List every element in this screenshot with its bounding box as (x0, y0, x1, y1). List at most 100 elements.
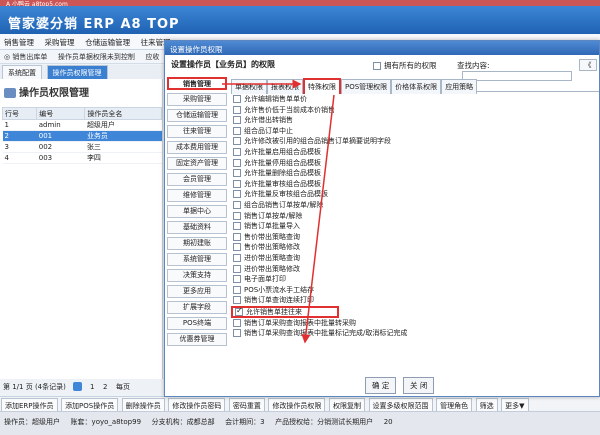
permission-checkbox[interactable] (233, 95, 241, 103)
permission-item[interactable]: 允许借出转销售 (231, 115, 597, 126)
permission-checkbox[interactable] (235, 306, 243, 316)
permission-item[interactable]: 销售订单采购查询报表中批量标记完成/取消标记完成 (231, 328, 597, 339)
permission-label: 销售订单采购查询报表中批量标记完成/取消标记完成 (244, 329, 408, 338)
module-fixed-asset[interactable]: 固定资产管理 (167, 157, 227, 170)
permission-label: 允许销售单挂往来 (246, 307, 302, 316)
module-decision[interactable]: 决策支持 (167, 269, 227, 282)
close-button[interactable]: 关 闭 (402, 377, 435, 394)
permission-checkbox[interactable] (233, 253, 241, 262)
tab-price-permission[interactable]: 价格体系权限 (391, 79, 442, 94)
permission-label: 售价带出策略查询 (244, 232, 300, 241)
tab-scroll-button[interactable]: 《 (579, 59, 597, 71)
module-sales[interactable]: 销售管理 (167, 77, 227, 90)
module-doc-center[interactable]: 单据中心 (167, 205, 227, 218)
permission-item[interactable]: 组合品销售订单按单/解除 (231, 200, 597, 211)
status-operator: 操作员：超级用户 (4, 418, 60, 426)
tab-operator-permission[interactable]: 操作员权限管理 (46, 65, 108, 80)
permission-item[interactable]: 售价带出策略查询 (231, 232, 597, 243)
permission-item[interactable]: 允许批量审核组合品模板 (231, 179, 597, 190)
menu-purchase[interactable]: 采购管理 (41, 34, 79, 51)
permission-checkbox[interactable] (233, 105, 241, 114)
permission-item[interactable]: 允许批量反审核组合品模板 (231, 189, 597, 200)
module-member[interactable]: 会员管理 (167, 173, 227, 186)
permission-checkbox[interactable] (233, 200, 241, 209)
permission-item[interactable]: POS小票流水手工结存 (231, 285, 597, 296)
permission-item[interactable]: 销售订单查询连续打印 (231, 295, 597, 306)
tab-pos-permission[interactable]: POS管理权限 (341, 79, 392, 94)
permission-checkbox[interactable] (233, 318, 241, 327)
permission-checkbox[interactable] (233, 190, 241, 199)
permission-label: 允许借出转销售 (244, 116, 293, 125)
permission-item[interactable]: 电子面单打印 (231, 274, 597, 285)
own-all-checkbox[interactable] (373, 62, 381, 70)
col-code[interactable]: 编号 (36, 107, 86, 120)
permission-checkbox[interactable] (233, 211, 241, 220)
permission-checkbox[interactable] (233, 296, 241, 305)
own-all-permissions[interactable]: 拥有所有的权限 (373, 60, 437, 71)
module-ext-fields[interactable]: 扩展字段 (167, 301, 227, 314)
permission-item[interactable]: 组合品订单中止 (231, 126, 597, 137)
permission-checkbox[interactable] (233, 137, 241, 146)
page-current-button[interactable] (73, 382, 83, 391)
page-title: 操作员权限管理 (4, 84, 89, 99)
quick-receivable[interactable]: 应收 (141, 50, 163, 64)
permission-item[interactable]: 允许售价低于当前成本价销售 (231, 105, 597, 116)
col-name[interactable]: 操作员全名 (84, 107, 162, 120)
col-row-no[interactable]: 行号 (1, 107, 38, 120)
permission-checkbox[interactable] (233, 329, 241, 338)
permission-item[interactable]: 进价带出策略查询 (231, 253, 597, 264)
permission-item[interactable]: 销售订单批量导入 (231, 221, 597, 232)
quick-doc-permission[interactable]: 操作员单据权限未到控制 (54, 50, 139, 64)
module-purchase[interactable]: 采购管理 (167, 93, 227, 106)
permission-item[interactable]: 允许修改被引用的组合品销售订单摘要说明字段 (231, 136, 597, 147)
ok-button[interactable]: 确 定 (365, 377, 397, 394)
permission-item[interactable]: 销售订单采购查询报表中批量转采购 (231, 318, 597, 329)
module-repair[interactable]: 维修管理 (167, 189, 227, 202)
permission-item[interactable]: 允许销售单挂往来 (231, 305, 339, 318)
module-pos[interactable]: POS终端 (167, 317, 227, 330)
module-more-apps[interactable]: 更多应用 (167, 285, 227, 298)
permission-item[interactable]: 允许编辑销售单单价 (231, 94, 597, 105)
page-next[interactable]: 2 (100, 380, 110, 394)
table-row[interactable]: 1 admin 超级用户 (2, 119, 162, 131)
permission-checkbox[interactable] (233, 169, 241, 178)
permission-checkbox[interactable] (233, 158, 241, 167)
table-row[interactable]: 3 002 张三 (2, 141, 162, 153)
menu-sales[interactable]: 销售管理 (0, 34, 38, 51)
quick-sales-out[interactable]: ◎ 销售出库单 (0, 50, 51, 64)
permission-item[interactable]: 允许批量删除组合品模板 (231, 168, 597, 179)
menu-warehouse[interactable]: 仓储运输管理 (81, 34, 134, 51)
tab-report-permission[interactable]: 报表权限 (267, 79, 303, 94)
permission-checkbox[interactable] (233, 222, 241, 231)
table-row[interactable]: 4 003 李四 (2, 152, 162, 164)
module-coupon[interactable]: 优惠券管理 (167, 333, 227, 346)
permission-item[interactable]: 进价带出策略修改 (231, 264, 597, 275)
permission-item[interactable]: 销售订单按单/解除 (231, 211, 597, 222)
tab-special-permission[interactable]: 特殊权限 (303, 78, 341, 94)
permission-checkbox[interactable] (233, 243, 241, 252)
tab-doc-permission[interactable]: 单据权限 (231, 79, 267, 94)
tab-app-strategy[interactable]: 应用策略 (441, 79, 478, 94)
module-basic-data[interactable]: 基础资料 (167, 221, 227, 234)
permission-checkbox[interactable] (233, 264, 241, 273)
tab-system-config[interactable]: 系统配置 (2, 65, 42, 80)
permission-checkbox[interactable] (233, 232, 241, 241)
permission-checkbox[interactable] (233, 147, 241, 156)
module-warehouse[interactable]: 仓储运输管理 (167, 109, 227, 122)
module-cost[interactable]: 成本费用管理 (167, 141, 227, 154)
permission-checkbox[interactable] (233, 116, 241, 125)
permission-checkbox[interactable] (233, 126, 241, 135)
permission-item[interactable]: 允许批量启用组合品模板 (231, 147, 597, 158)
table-row[interactable]: 2 001 业务员 (2, 130, 162, 142)
permission-checkbox[interactable] (233, 285, 241, 294)
page-number[interactable]: 1 (87, 380, 97, 394)
permission-checkbox[interactable] (233, 179, 241, 188)
permission-item[interactable]: 售价带出策略修改 (231, 242, 597, 253)
permission-label: 允许修改被引用的组合品销售订单摘要说明字段 (244, 137, 391, 146)
permission-item[interactable]: 允许批量停用组合品模板 (231, 158, 597, 169)
module-account[interactable]: 往来管理 (167, 125, 227, 138)
status-license: 产品授权给：分销测试长期用户 (275, 418, 374, 426)
module-system[interactable]: 系统管理 (167, 253, 227, 266)
module-opening[interactable]: 期初建账 (167, 237, 227, 250)
permission-checkbox[interactable] (233, 275, 241, 284)
